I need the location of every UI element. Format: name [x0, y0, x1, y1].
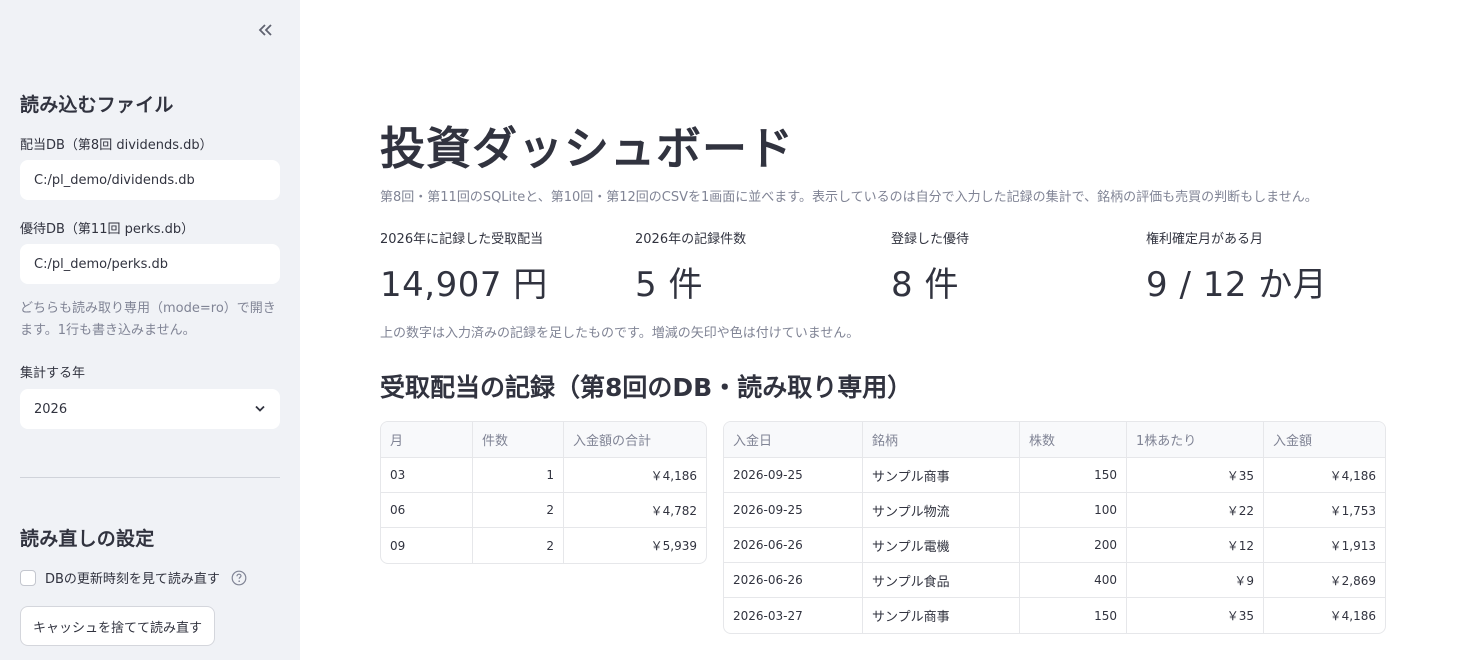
table-cell[interactable]: ￥1,913 — [1264, 528, 1385, 563]
table-cell[interactable]: 1 — [473, 458, 564, 493]
metric-value: 14,907 円 — [380, 265, 548, 305]
table-row[interactable]: 06 2 ￥4,782 — [381, 493, 706, 528]
double-chevron-left-icon — [258, 24, 272, 36]
metrics-note: 上の数字は入力済みの記録を足したものです。増減の矢印や色は付けていません。 — [380, 326, 860, 341]
year-select-value: 2026 — [34, 401, 68, 417]
metric-record-count: 2026年の記録件数 5 件 — [635, 228, 746, 306]
metric-value: 9 / 12 か月 — [1146, 265, 1328, 305]
column-header[interactable]: 入金日 — [724, 422, 863, 458]
table-cell[interactable]: ￥9 — [1127, 563, 1264, 598]
perks-db-label: 優待DB（第11回 perks.db） — [20, 222, 195, 237]
table-cell[interactable]: 06 — [381, 493, 473, 528]
readonly-caption: どちらも読み取り専用（mode=ro）で開きます。1行も書き込みません。 — [20, 301, 276, 338]
metric-label: 2026年の記録件数 — [635, 232, 747, 247]
table-row[interactable]: 2026-03-27 サンプル商事 150 ￥35 ￥4,186 — [724, 598, 1385, 633]
column-header[interactable]: 株数 — [1020, 422, 1127, 458]
table-cell[interactable]: 100 — [1020, 493, 1127, 528]
reload-on-mtime-label: DBの更新時刻を見て読み直す — [45, 572, 220, 587]
table-cell[interactable]: 03 — [381, 458, 473, 493]
perks-db-input[interactable]: C:/pl_demo/perks.db — [20, 244, 280, 284]
sidebar: 読み込むファイル 配当DB（第8回 dividends.db） C:/pl_de… — [0, 0, 300, 660]
table-row[interactable]: 2026-06-26 サンプル電機 200 ￥12 ￥1,913 — [724, 528, 1385, 563]
metric-record-months: 権利確定月がある月 9 / 12 か月 — [1146, 228, 1327, 306]
table-cell[interactable]: 2026-09-25 — [724, 458, 863, 493]
table-cell[interactable]: 2026-03-27 — [724, 598, 863, 633]
table-cell[interactable]: ￥4,186 — [1264, 598, 1385, 633]
metric-value: 8 件 — [891, 265, 959, 305]
table-row[interactable]: 09 2 ￥5,939 — [381, 528, 706, 563]
metric-value: 5 件 — [635, 265, 703, 305]
table-cell[interactable]: ￥22 — [1127, 493, 1264, 528]
column-header[interactable]: 入金額の合計 — [564, 422, 706, 458]
table-cell[interactable]: 150 — [1020, 458, 1127, 493]
table-cell[interactable]: 2026-09-25 — [724, 493, 863, 528]
year-select[interactable]: 2026 — [20, 389, 280, 429]
chevron-down-icon — [255, 405, 265, 412]
dividend-db-input[interactable]: C:/pl_demo/dividends.db — [20, 160, 280, 200]
reload-on-mtime-checkbox[interactable] — [20, 569, 36, 586]
table-row[interactable]: 2026-09-25 サンプル商事 150 ￥35 ￥4,186 — [724, 458, 1385, 493]
table-cell[interactable]: ￥4,782 — [564, 493, 706, 528]
table-row[interactable]: 2026-09-25 サンプル物流 100 ￥22 ￥1,753 — [724, 493, 1385, 528]
table-cell[interactable]: サンプル物流 — [863, 493, 1020, 528]
metric-perks-count: 登録した優待 8 件 — [891, 228, 969, 306]
table-cell[interactable]: ￥2,869 — [1264, 563, 1385, 598]
clear-cache-button[interactable]: キャッシュを捨てて読み直す — [20, 606, 216, 646]
files-heading: 読み込むファイル — [20, 94, 174, 116]
column-header[interactable]: 件数 — [473, 422, 564, 458]
table-cell[interactable]: ￥5,939 — [564, 528, 706, 563]
sidebar-divider — [20, 477, 280, 478]
table-cell[interactable]: ￥35 — [1127, 458, 1264, 493]
column-header[interactable]: 銘柄 — [863, 422, 1020, 458]
table-cell[interactable]: 2026-06-26 — [724, 528, 863, 563]
column-header[interactable]: 入金額 — [1264, 422, 1385, 458]
detail-table[interactable]: 入金日 銘柄 株数 1株あたり 入金額 2026-09-25 サンプル商事 15… — [723, 421, 1386, 634]
column-header[interactable]: 月 — [381, 422, 473, 458]
metric-dividend-total: 2026年に記録した受取配当 14,907 円 — [380, 228, 548, 306]
table-cell[interactable]: ￥1,753 — [1264, 493, 1385, 528]
section-heading: 受取配当の記録（第8回のDB・読み取り専用） — [380, 373, 913, 402]
table-cell[interactable]: ￥35 — [1127, 598, 1264, 633]
table-cell[interactable]: サンプル商事 — [863, 458, 1020, 493]
table-cell[interactable]: ￥12 — [1127, 528, 1264, 563]
reload-on-mtime-row: DBの更新時刻を見て読み直す — [20, 568, 247, 587]
page-title: 投資ダッシュボード — [380, 122, 795, 175]
year-label: 集計する年 — [20, 366, 86, 381]
metric-label: 2026年に記録した受取配当 — [380, 232, 544, 247]
table-cell[interactable]: 150 — [1020, 598, 1127, 633]
column-header[interactable]: 1株あたり — [1127, 422, 1264, 458]
table-cell[interactable]: 200 — [1020, 528, 1127, 563]
metric-label: 権利確定月がある月 — [1146, 232, 1264, 247]
monthly-table[interactable]: 月 件数 入金額の合計 03 1 ￥4,186 06 2 ￥4,782 09 2… — [380, 421, 707, 564]
table-cell[interactable]: 2026-06-26 — [724, 563, 863, 598]
dividend-db-label: 配当DB（第8回 dividends.db） — [20, 138, 213, 153]
table-cell[interactable]: ￥4,186 — [564, 458, 706, 493]
reload-heading: 読み直しの設定 — [20, 528, 155, 550]
table-cell[interactable]: 09 — [381, 528, 473, 563]
table-row[interactable]: 03 1 ￥4,186 — [381, 458, 706, 493]
collapse-sidebar-button[interactable] — [254, 18, 276, 42]
page-subtitle: 第8回・第11回のSQLiteと、第10回・第12回のCSVを1画面に並べます。… — [380, 190, 1318, 205]
table-cell[interactable]: 400 — [1020, 563, 1127, 598]
table-cell[interactable]: ￥4,186 — [1264, 458, 1385, 493]
table-cell[interactable]: 2 — [473, 493, 564, 528]
main-content: 投資ダッシュボード 第8回・第11回のSQLiteと、第10回・第12回のCSV… — [300, 0, 1476, 660]
table-cell[interactable]: サンプル商事 — [863, 598, 1020, 633]
metric-label: 登録した優待 — [891, 232, 970, 247]
help-icon[interactable] — [231, 570, 247, 586]
table-row[interactable]: 2026-06-26 サンプル食品 400 ￥9 ￥2,869 — [724, 563, 1385, 598]
table-cell[interactable]: 2 — [473, 528, 564, 563]
table-cell[interactable]: サンプル電機 — [863, 528, 1020, 563]
table-cell[interactable]: サンプル食品 — [863, 563, 1020, 598]
